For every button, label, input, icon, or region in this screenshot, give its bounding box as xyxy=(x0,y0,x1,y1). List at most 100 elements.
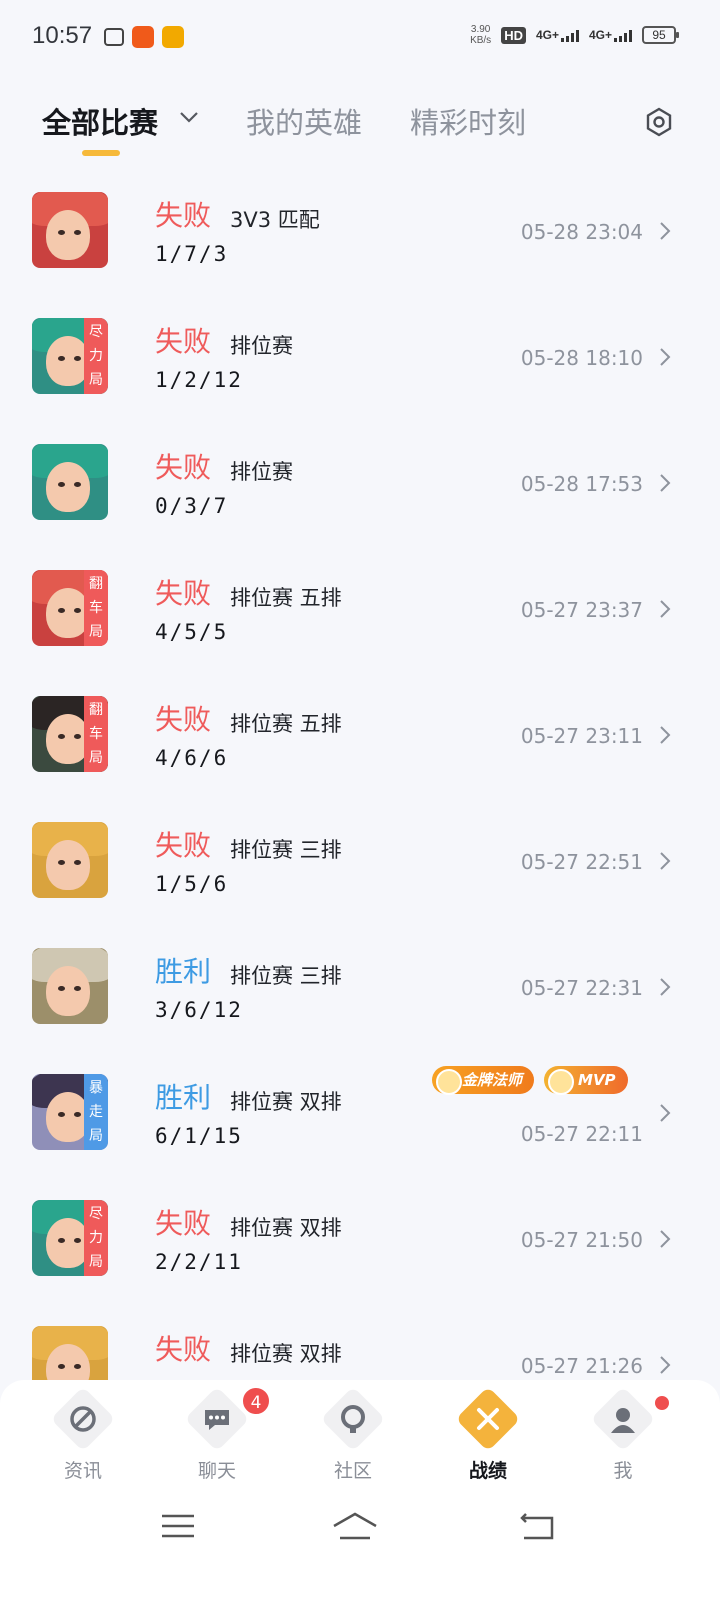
nav-news[interactable]: 资讯 xyxy=(33,1386,133,1490)
match-row[interactable]: 失败 排位赛 三排 1/5/6 05-27 22:51 xyxy=(0,800,720,927)
match-kda: 3/6/12 xyxy=(155,998,243,1022)
match-result: 失败 xyxy=(155,199,212,232)
match-time: 05-27 22:51 xyxy=(520,850,643,874)
tab-bar: 全部比赛 我的英雄 精彩时刻 xyxy=(0,100,720,170)
notification-dot xyxy=(655,1396,669,1410)
status-time: 10:57 xyxy=(32,22,93,49)
bottom-navigation: 资讯 4 聊天 社区 战绩 我 xyxy=(0,1380,720,1600)
hero-avatar xyxy=(32,948,108,1024)
hd-call-icon: HD xyxy=(501,26,526,44)
match-result: 失败 xyxy=(155,703,212,736)
match-row[interactable]: 尽力局 失败 排位赛 1/2/12 05-28 18:10 xyxy=(0,296,720,423)
nav-records[interactable]: 战绩 xyxy=(438,1386,538,1490)
hero-avatar: 翻车局 xyxy=(32,570,108,646)
chevron-right-icon xyxy=(660,222,671,240)
signal-1-icon: 4G+ xyxy=(536,28,579,42)
back-icon[interactable] xyxy=(518,1510,558,1542)
nav-chat[interactable]: 4 聊天 xyxy=(167,1386,271,1490)
match-result: 失败 xyxy=(155,1333,212,1366)
match-row[interactable]: 翻车局 失败 排位赛 五排 4/6/6 05-27 23:11 xyxy=(0,674,720,801)
tab-all-matches[interactable]: 全部比赛 xyxy=(42,100,158,142)
signal-2-icon: 4G+ xyxy=(589,28,632,42)
match-kda: 6/1/15 xyxy=(155,1124,243,1148)
nav-label: 我 xyxy=(613,1460,633,1482)
match-mode: 排位赛 五排 xyxy=(230,586,342,610)
match-time: 05-27 21:50 xyxy=(520,1228,643,1252)
status-bar: 10:57 3.90 KB/s HD 4G+ 4G+ 95 xyxy=(0,0,720,76)
match-tag-badge: 翻车局 xyxy=(84,570,108,646)
match-mode: 排位赛 双排 xyxy=(230,1342,342,1366)
status-notification-icons xyxy=(104,26,184,48)
match-kda: 1/5/6 xyxy=(155,872,229,896)
match-row[interactable]: 失败 3V3 匹配 1/7/3 05-28 23:04 xyxy=(0,170,720,297)
match-row[interactable]: 尽力局 失败 排位赛 双排 2/2/11 05-27 21:50 xyxy=(0,1178,720,1305)
settings-icon[interactable] xyxy=(643,106,675,138)
system-navigation-bar xyxy=(0,1500,720,1560)
chevron-right-icon xyxy=(660,726,671,744)
match-tag-badge: 翻车局 xyxy=(84,696,108,772)
gold-mage-badge: 金牌法师 xyxy=(432,1066,535,1095)
menu-icon[interactable] xyxy=(158,1510,198,1542)
match-tag-badge: 尽力局 xyxy=(84,318,108,394)
match-result: 失败 xyxy=(155,577,212,610)
match-tag-badge: 尽力局 xyxy=(84,1200,108,1276)
match-time: 05-27 22:11 xyxy=(520,1122,643,1146)
match-time: 05-28 17:53 xyxy=(520,472,643,496)
nav-label: 资讯 xyxy=(63,1460,102,1482)
chat-icon xyxy=(205,1410,229,1430)
hero-avatar: 尽力局 xyxy=(32,318,108,394)
tab-highlights[interactable]: 精彩时刻 xyxy=(410,100,526,142)
nav-community[interactable]: 社区 xyxy=(303,1386,403,1490)
match-time: 05-28 23:04 xyxy=(520,220,643,244)
match-result: 失败 xyxy=(155,829,212,862)
network-speed: 3.90 KB/s xyxy=(470,24,492,46)
unread-count-badge: 4 xyxy=(241,1386,271,1416)
match-result: 胜利 xyxy=(155,1081,212,1114)
match-row[interactable]: 暴走局 胜利 排位赛 双排 6/1/15 金牌法师 MVP 05-27 22:1… xyxy=(0,1052,720,1179)
match-result: 失败 xyxy=(155,1207,212,1240)
match-time: 05-27 21:26 xyxy=(520,1354,643,1378)
match-kda: 0/3/7 xyxy=(155,494,229,518)
match-mode: 排位赛 双排 xyxy=(230,1216,342,1240)
match-row[interactable]: 失败 排位赛 0/3/7 05-28 17:53 xyxy=(0,422,720,549)
match-kda: 4/5/5 xyxy=(155,620,229,644)
match-mode: 排位赛 三排 xyxy=(230,964,342,988)
tab-my-heroes[interactable]: 我的英雄 xyxy=(246,100,362,142)
nav-label: 战绩 xyxy=(468,1460,507,1482)
nav-profile[interactable]: 我 xyxy=(573,1386,673,1490)
match-row[interactable]: 胜利 排位赛 三排 3/6/12 05-27 22:31 xyxy=(0,926,720,1053)
hero-avatar xyxy=(32,192,108,268)
battery-icon: 95 xyxy=(642,26,679,44)
chevron-right-icon xyxy=(660,978,671,996)
status-indicators: 3.90 KB/s HD 4G+ 4G+ 95 xyxy=(470,24,679,46)
hero-avatar: 暴走局 xyxy=(32,1074,108,1150)
hero-avatar xyxy=(32,822,108,898)
match-tag-badge: 暴走局 xyxy=(84,1074,108,1150)
match-mode: 排位赛 xyxy=(230,334,293,358)
match-mode: 排位赛 三排 xyxy=(230,838,342,862)
match-mode: 排位赛 双排 xyxy=(230,1090,342,1114)
profile-icon xyxy=(611,1408,635,1433)
hero-avatar xyxy=(32,444,108,520)
taobao-app-icon xyxy=(132,26,154,48)
match-row[interactable]: 翻车局 失败 排位赛 五排 4/5/5 05-27 23:37 xyxy=(0,548,720,675)
home-icon[interactable] xyxy=(332,1510,378,1542)
chevron-right-icon xyxy=(660,1230,671,1248)
match-kda: 4/6/6 xyxy=(155,746,229,770)
match-result: 失败 xyxy=(155,325,212,358)
nav-label: 聊天 xyxy=(197,1460,236,1482)
match-result: 失败 xyxy=(155,451,212,484)
match-mode: 排位赛 xyxy=(230,460,293,484)
chevron-down-icon[interactable] xyxy=(178,106,200,128)
match-time: 05-27 22:31 xyxy=(520,976,643,1000)
mvp-badge: MVP xyxy=(544,1066,628,1095)
chevron-right-icon xyxy=(660,1104,671,1122)
honor-badges: 金牌法师 MVP xyxy=(432,1066,628,1095)
match-result: 胜利 xyxy=(155,955,212,988)
coin-app-icon xyxy=(162,26,184,48)
chevron-right-icon xyxy=(660,600,671,618)
hero-avatar: 翻车局 xyxy=(32,696,108,772)
match-kda: 2/2/11 xyxy=(155,1250,243,1274)
nav-label: 社区 xyxy=(333,1460,372,1482)
hero-avatar: 尽力局 xyxy=(32,1200,108,1276)
